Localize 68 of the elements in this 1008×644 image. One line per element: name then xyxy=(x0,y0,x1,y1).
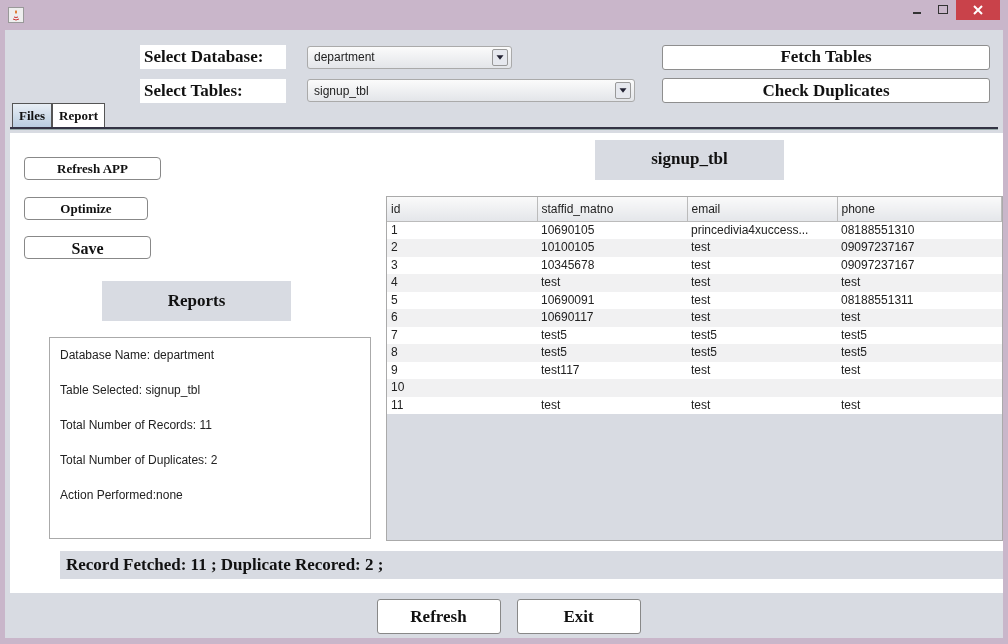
column-header[interactable]: phone xyxy=(837,197,1002,222)
table-cell: test xyxy=(541,397,561,412)
table-cell: test5 xyxy=(541,327,567,342)
table-cell: 11 xyxy=(391,397,404,412)
table-cell: test xyxy=(691,362,711,377)
table-cell: 7 xyxy=(391,327,398,342)
table-cell: princedivia4xuccess... xyxy=(691,223,809,237)
close-icon[interactable] xyxy=(956,0,1000,20)
tables-label: Select Tables: xyxy=(140,78,286,103)
refresh-app-button[interactable]: Refresh APP xyxy=(24,157,161,180)
table-cell: 09097237167 xyxy=(841,257,915,272)
table-cell: test5 xyxy=(691,327,717,342)
table-cell: 10345678 xyxy=(541,257,595,272)
table-cell: 4 xyxy=(391,275,398,290)
save-button[interactable]: Save xyxy=(24,236,151,259)
report-line: Database Name: department xyxy=(60,348,215,362)
table-cell: 08188551310 xyxy=(841,223,915,237)
table-cell: test xyxy=(691,292,711,307)
fetch-tables-button[interactable]: Fetch Tables xyxy=(662,44,990,70)
table-cell: test xyxy=(691,310,711,325)
table-cell: 9 xyxy=(391,362,398,377)
app-icon xyxy=(8,7,24,23)
reports-heading: Reports xyxy=(102,281,291,321)
table-cell: test xyxy=(691,397,711,412)
table-cell: test xyxy=(841,397,861,412)
column-header[interactable]: id xyxy=(387,197,537,222)
table-cell: 10690091 xyxy=(541,292,595,307)
table-cell: 6 xyxy=(391,310,398,325)
check-duplicates-button[interactable]: Check Duplicates xyxy=(662,78,990,103)
report-line: Table Selected: signup_tbl xyxy=(60,383,201,397)
table-cell: test5 xyxy=(691,345,717,360)
table-heading: signup_tbl xyxy=(595,140,784,180)
table-cell: test5 xyxy=(541,345,567,360)
table-cell: test xyxy=(841,362,861,377)
table-cell: 08188551311 xyxy=(841,292,914,307)
table-cell: test117 xyxy=(541,362,580,377)
table-cell: 5 xyxy=(391,292,398,307)
tab[interactable]: Report xyxy=(52,102,105,127)
table-cell: test5 xyxy=(841,327,867,342)
table-cell: 2 xyxy=(391,240,398,255)
tables-dropdown[interactable]: signup_tbl xyxy=(307,79,635,102)
column-header[interactable]: email xyxy=(687,197,837,222)
tab[interactable]: Files xyxy=(12,102,52,127)
database-label: Select Database: xyxy=(140,45,286,69)
table-cell: 3 xyxy=(391,257,398,272)
column-header[interactable]: staffid_matno xyxy=(537,197,687,222)
table-cell: test xyxy=(541,275,561,290)
table-cell: 10690117 xyxy=(541,310,594,325)
report-line: Action Performed:none xyxy=(60,488,183,502)
table-cell: test xyxy=(841,310,861,325)
report-line: Total Number of Duplicates: 2 xyxy=(60,453,218,467)
table-cell: 10690105 xyxy=(541,223,595,237)
table-cell: 10100105 xyxy=(541,240,595,255)
table-cell: test xyxy=(691,275,711,290)
table-cell: test xyxy=(841,275,861,290)
report-line: Total Number of Records: 11 xyxy=(60,418,212,432)
exit-button[interactable]: Exit xyxy=(516,599,641,634)
table-cell: 09097237167 xyxy=(841,240,915,255)
status-bar: Record Fetched: 11 ; Duplicate Recored: 2 ; xyxy=(60,551,1003,579)
table-cell: test xyxy=(691,240,711,255)
refresh-button[interactable]: Refresh xyxy=(376,599,501,634)
table-cell: 8 xyxy=(391,345,398,360)
table-cell: 1 xyxy=(391,223,398,237)
table-cell: 10 xyxy=(391,380,405,395)
optimize-button[interactable]: Optimize xyxy=(24,197,148,220)
database-dropdown[interactable]: department xyxy=(307,45,512,69)
table-cell: test5 xyxy=(841,345,867,360)
table-cell: test xyxy=(691,257,711,272)
